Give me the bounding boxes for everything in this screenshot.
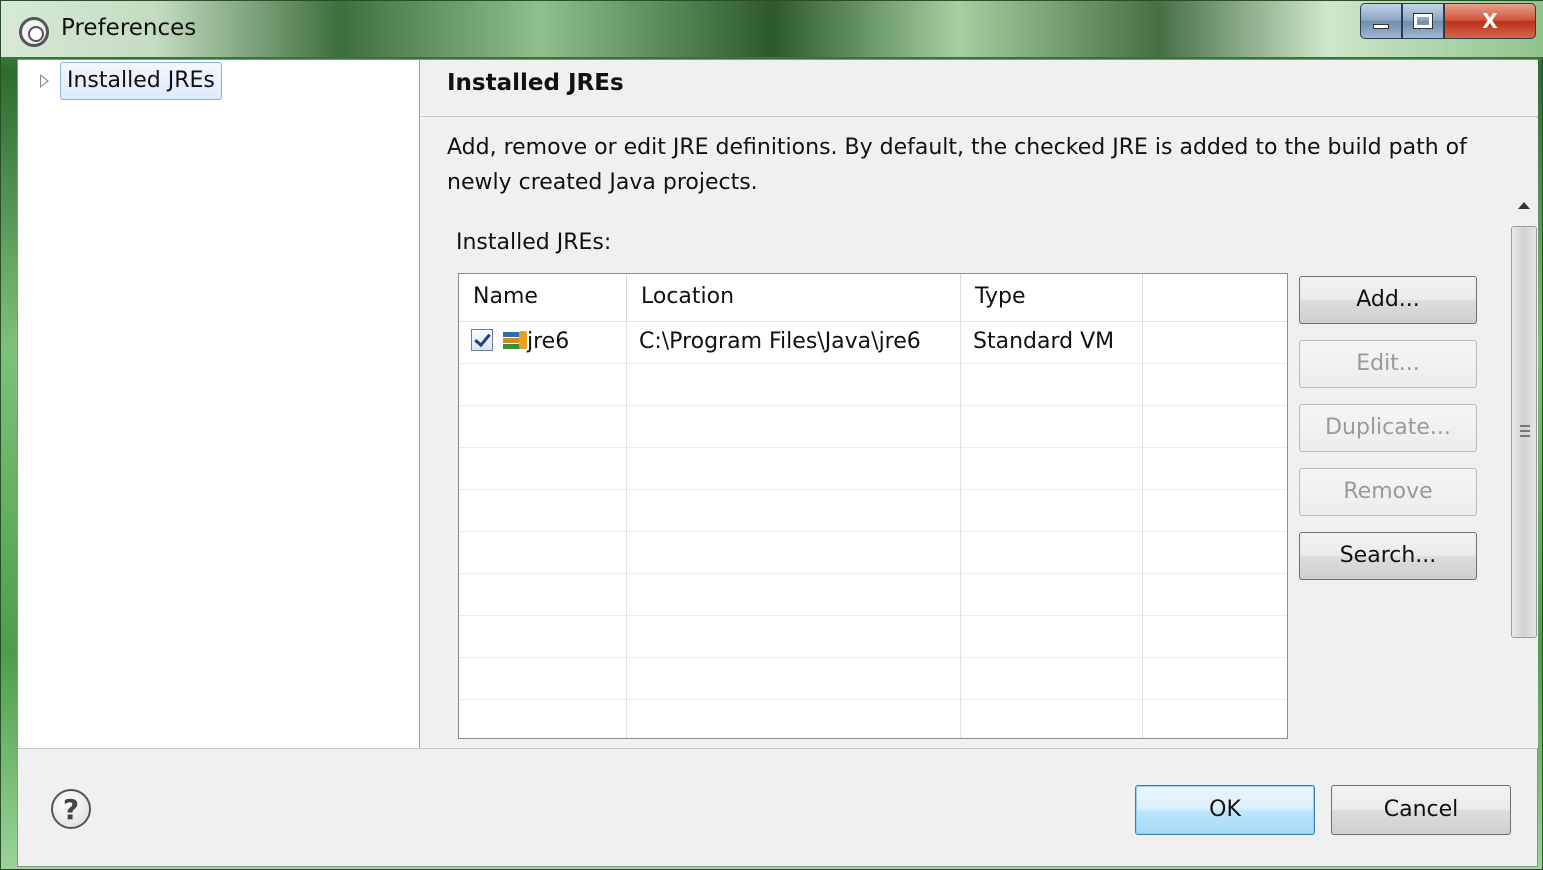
remove-button[interactable]: Remove (1299, 468, 1477, 516)
add-button[interactable]: Add... (1299, 276, 1477, 324)
tree-item-installed-jres[interactable]: Installed JREs (60, 62, 222, 100)
empty-table-row (459, 658, 1287, 700)
help-icon[interactable]: ? (51, 789, 91, 829)
jre-library-icon (503, 330, 527, 350)
jre-name: jre6 (527, 329, 570, 354)
empty-table-row (459, 532, 1287, 574)
title-bar[interactable]: Preferences X (1, 1, 1543, 57)
dialog-footer: ? OK Cancel (18, 748, 1537, 866)
column-header-location[interactable]: Location (627, 274, 961, 322)
column-header-name[interactable]: Name (459, 274, 627, 322)
page-title: Installed JREs (447, 70, 624, 96)
table-row[interactable]: jre6 C:\Program Files\Java\jre6 Standard… (459, 322, 1287, 364)
expand-arrow-icon[interactable] (40, 74, 49, 88)
table-header: Name Location Type (459, 274, 1287, 322)
duplicate-button[interactable]: Duplicate... (1299, 404, 1477, 452)
minimize-button[interactable] (1360, 3, 1402, 39)
jre-name-cell: jre6 (459, 322, 627, 364)
page-description: Add, remove or edit JRE definitions. By … (447, 135, 1467, 195)
preferences-window: Preferences X Installed JREs Installed J… (0, 0, 1543, 870)
installed-jres-label: Installed JREs: (456, 230, 612, 255)
jre-table[interactable]: Name Location Type jre6 C:\Program Files… (458, 273, 1288, 739)
window-title: Preferences (61, 15, 197, 41)
maximize-icon (1413, 13, 1433, 29)
window-controls: X (1360, 3, 1536, 41)
search-button[interactable]: Search... (1299, 532, 1477, 580)
empty-table-row (459, 490, 1287, 532)
empty-table-row (459, 574, 1287, 616)
jre-action-buttons: Add... Edit... Duplicate... Remove Searc… (1299, 276, 1479, 596)
edit-button[interactable]: Edit... (1299, 340, 1477, 388)
column-header-extra (1143, 274, 1287, 322)
dialog-client-area: Installed JREs Installed JREs Add, remov… (17, 59, 1538, 867)
jre-location-cell: C:\Program Files\Java\jre6 (627, 322, 961, 364)
close-icon: X (1482, 9, 1498, 33)
ok-button[interactable]: OK (1135, 785, 1315, 835)
scroll-grip-icon (1520, 425, 1530, 437)
maximize-button[interactable] (1402, 3, 1444, 39)
empty-table-row (459, 616, 1287, 658)
close-button[interactable]: X (1444, 3, 1536, 39)
column-header-type[interactable]: Type (961, 274, 1143, 322)
jre-default-checkbox[interactable] (471, 329, 493, 351)
empty-table-row (459, 700, 1287, 738)
empty-cell (1143, 322, 1287, 364)
scroll-up-icon[interactable] (1518, 202, 1530, 209)
jre-type-cell: Standard VM (961, 322, 1143, 364)
empty-table-row (459, 406, 1287, 448)
preference-tree[interactable]: Installed JREs (18, 60, 420, 748)
page-header: Installed JREs (421, 60, 1538, 117)
vertical-scrollbar[interactable] (1509, 188, 1537, 798)
empty-table-row (459, 364, 1287, 406)
minimize-icon (1373, 23, 1389, 29)
page-body: Add, remove or edit JRE definitions. By … (421, 118, 1538, 782)
scrollbar-thumb[interactable] (1511, 226, 1537, 638)
preferences-gear-icon (19, 17, 49, 47)
cancel-button[interactable]: Cancel (1331, 785, 1511, 835)
empty-table-row (459, 448, 1287, 490)
